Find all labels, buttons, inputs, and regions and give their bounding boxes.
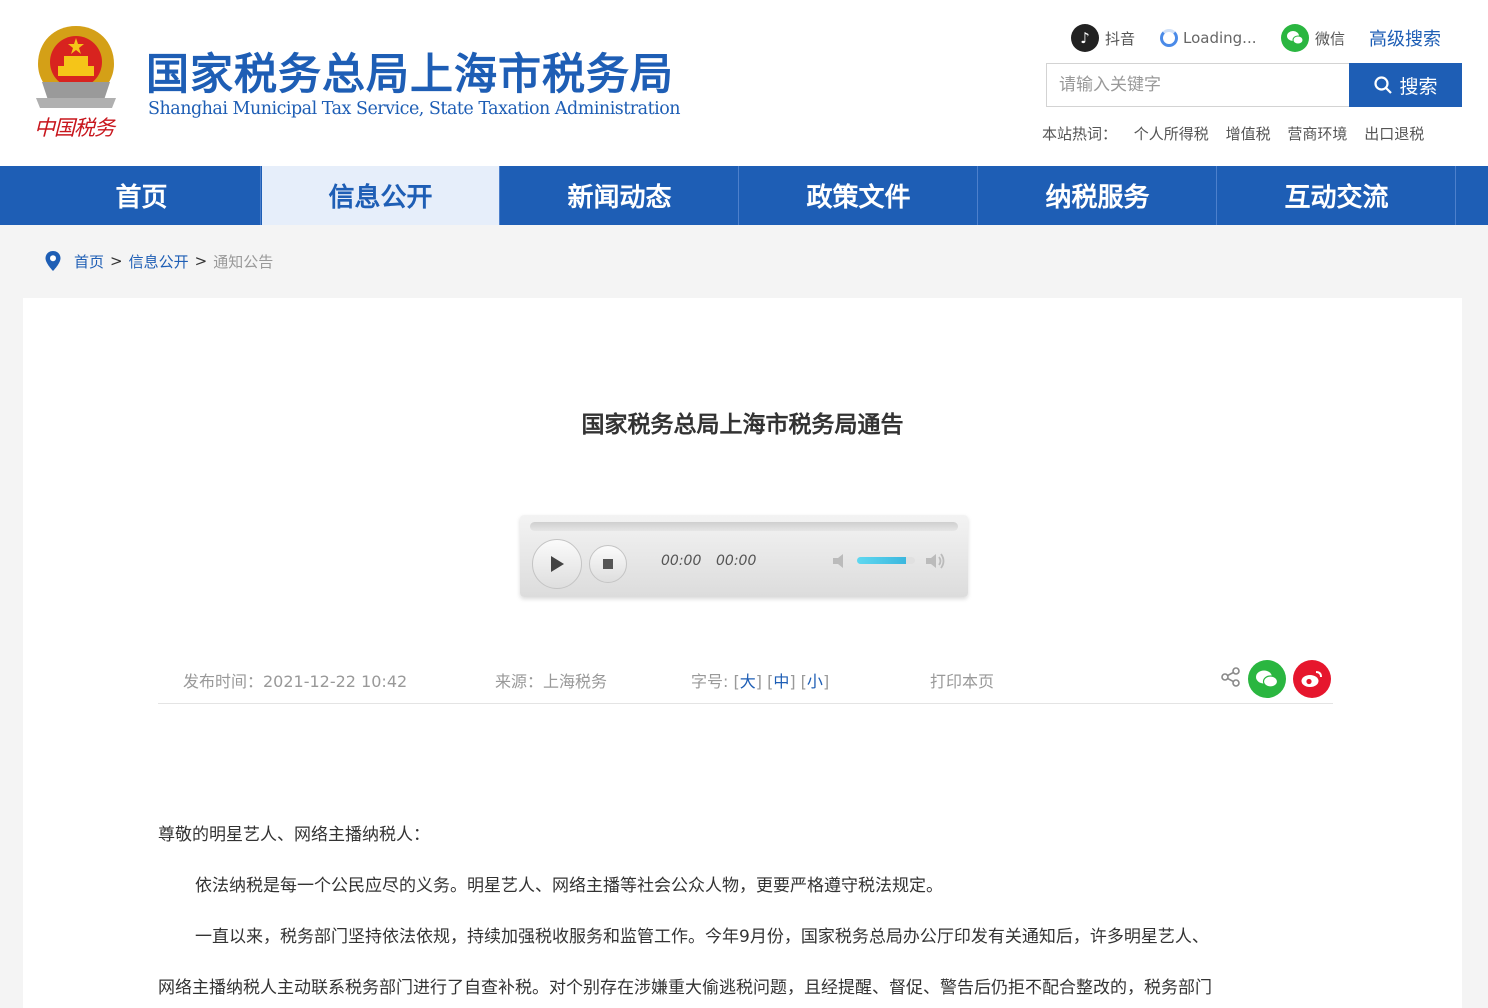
wechat-link[interactable]: 微信 — [1281, 22, 1345, 54]
mute-icon[interactable] — [831, 551, 853, 571]
print-link[interactable]: 打印本页 — [930, 668, 994, 692]
nav-item-news[interactable]: 新闻动态 — [501, 166, 739, 225]
national-emblem-icon[interactable] — [26, 20, 126, 116]
douyin-icon: ♪ — [1071, 24, 1099, 52]
search-button-label: 搜索 — [1399, 75, 1438, 98]
share-weibo-button[interactable] — [1293, 660, 1331, 698]
loading-indicator: Loading... — [1160, 22, 1256, 54]
current-time: 00:00 — [661, 553, 702, 569]
font-size-controls: 字号: [大] [中] [小] — [691, 672, 830, 691]
audio-player: 00:00 00:00 — [520, 515, 968, 597]
stop-button[interactable] — [589, 545, 627, 583]
volume-max-icon[interactable] — [924, 551, 946, 571]
article-source: 来源：上海税务 — [495, 672, 608, 691]
hotword-link[interactable]: 营商环境 — [1287, 125, 1347, 143]
font-size-medium[interactable]: 中 — [773, 672, 789, 691]
hotword-link[interactable]: 出口退税 — [1364, 125, 1424, 143]
location-pin-icon — [45, 251, 61, 271]
font-size-label: 字号: — [691, 672, 729, 691]
site-header: 中国税务 国家税务总局上海市税务局 Shanghai Municipal Tax… — [0, 0, 1488, 166]
breadcrumb-separator: > — [194, 252, 208, 270]
article-body: 尊敬的明星艺人、网络主播纳税人： 依法纳税是每一个公民应尽的义务。明星艺人、网络… — [158, 810, 1333, 1008]
stop-icon — [603, 559, 613, 569]
search-button[interactable]: 搜索 — [1349, 63, 1462, 107]
article-title: 国家税务总局上海市税务局通告 — [581, 412, 904, 438]
wechat-icon — [1281, 24, 1309, 52]
search-icon — [1374, 76, 1393, 94]
play-button[interactable] — [532, 539, 582, 589]
hotword-link[interactable]: 个人所得税 — [1134, 125, 1209, 143]
article-meta-bar: 发布时间：2021-12-22 10:42 来源：上海税务 字号: [大] [中… — [158, 660, 1333, 704]
china-tax-logo-text: 中国税务 — [34, 116, 115, 140]
duration: 00:00 — [716, 553, 757, 569]
breadcrumb-separator: > — [110, 252, 123, 270]
audio-progress-bar[interactable] — [530, 522, 958, 531]
search-input[interactable]: 请输入关键字 — [1046, 63, 1350, 107]
nav-item-interaction[interactable]: 互动交流 — [1218, 166, 1456, 225]
article-container: 国家税务总局上海市税务局通告 00:00 00:00 发布时间：2021-12-… — [23, 298, 1462, 1008]
article-paragraph: 依法纳税是每一个公民应尽的义务。明星艺人、网络主播等社会公众人物，更要严格遵守税… — [195, 876, 943, 896]
play-icon — [551, 556, 564, 572]
breadcrumb-home[interactable]: 首页 — [74, 251, 104, 272]
font-size-large[interactable]: 大 — [740, 672, 756, 691]
share-wechat-button[interactable] — [1248, 660, 1286, 698]
article-paragraph: 一直以来，税务部门坚持依法依规，持续加强税收服务和监管工作。今年9月份，国家税务… — [195, 927, 1209, 947]
nav-item-home[interactable]: 首页 — [23, 166, 261, 225]
breadcrumb-section[interactable]: 信息公开 — [129, 251, 189, 272]
publish-time: 发布时间：2021-12-22 10:42 — [183, 672, 408, 691]
weibo-icon — [1301, 671, 1322, 687]
article-paragraph-continued: 网络主播纳税人主动联系税务部门进行了自查补税。对个别存在涉嫌重大偷逃税问题，且经… — [158, 978, 1212, 998]
site-subtitle: Shanghai Municipal Tax Service, State Ta… — [148, 99, 681, 119]
article-salutation: 尊敬的明星艺人、网络主播纳税人： — [158, 825, 430, 845]
advanced-search-link[interactable]: 高级搜索 — [1369, 25, 1441, 51]
douyin-label: 抖音 — [1105, 29, 1136, 48]
hotword-link[interactable]: 增值税 — [1226, 125, 1271, 143]
breadcrumb: 首页 > 信息公开 > 通知公告 — [44, 250, 273, 272]
douyin-link[interactable]: ♪ 抖音 — [1071, 22, 1135, 54]
main-nav: 首页 信息公开 新闻动态 政策文件 纳税服务 互动交流 — [0, 166, 1488, 225]
font-size-small[interactable]: 小 — [807, 672, 823, 691]
nav-item-policy[interactable]: 政策文件 — [740, 166, 978, 225]
site-title[interactable]: 国家税务总局上海市税务局 — [146, 40, 674, 102]
hotwords-label: 本站热词： — [1042, 125, 1118, 143]
nav-item-info-disclosure[interactable]: 信息公开 — [262, 166, 500, 225]
share-icon[interactable] — [1220, 666, 1242, 688]
wechat-icon — [1256, 670, 1279, 688]
nav-item-tax-service[interactable]: 纳税服务 — [979, 166, 1217, 225]
volume-fill — [857, 557, 907, 564]
hotwords-bar: 本站热词： 个人所得税 增值税 营商环境 出口退税 — [1042, 123, 1436, 144]
breadcrumb-current: 通知公告 — [213, 252, 274, 271]
loading-spinner-icon — [1160, 29, 1178, 47]
volume-slider[interactable] — [857, 557, 915, 564]
wechat-label: 微信 — [1315, 29, 1346, 48]
loading-label: Loading... — [1183, 29, 1257, 47]
